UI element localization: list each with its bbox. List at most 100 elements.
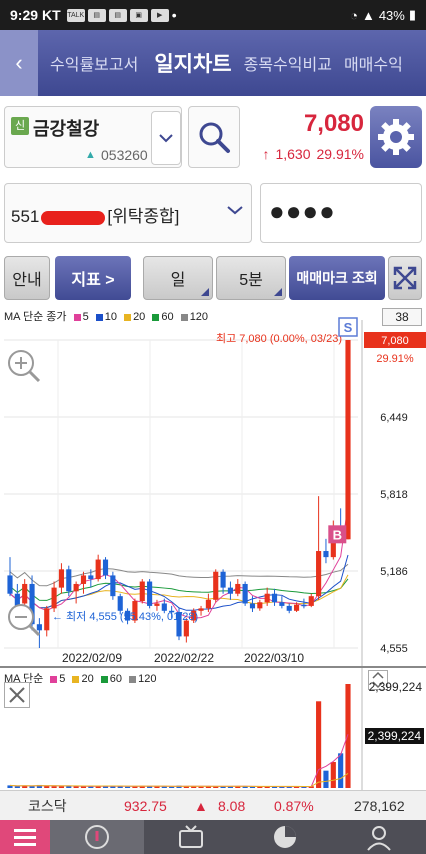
status-time: 9:29: [10, 7, 39, 23]
zoom-out-icon: [8, 604, 41, 637]
nav-chart[interactable]: [50, 820, 144, 854]
candle-body: [316, 551, 322, 597]
candle-body: [198, 608, 204, 611]
current-percent-label: 29.91%: [376, 353, 414, 365]
candle-body: [154, 603, 160, 606]
battery-icon: ▮: [408, 7, 416, 22]
indicator-button[interactable]: 지표 >: [55, 256, 131, 300]
volume-bar: [345, 684, 351, 788]
price-change: ↑ 1,630 29.91%: [262, 146, 364, 162]
index-name: 코스닥: [28, 797, 67, 814]
candle-body: [235, 583, 241, 594]
back-icon[interactable]: ‹: [0, 30, 38, 96]
candle-body: [102, 559, 109, 576]
account-selector[interactable]: 551 [위탁종합]: [4, 183, 252, 243]
candle-body: [73, 583, 79, 592]
search-icon: [199, 122, 230, 153]
tab-daily-chart[interactable]: 일지차트: [154, 48, 231, 78]
volume-bar: [198, 786, 204, 788]
bell-icon: ▲: [85, 149, 96, 161]
index-bar[interactable]: 코스닥 932.75 ▲ 8.08 0.87% 278,162: [0, 790, 426, 820]
volume-bar: [338, 753, 344, 788]
volume-bar: [316, 701, 322, 788]
y-tick-label: 5,818: [380, 489, 408, 501]
control-row: 안내 지표 > 일 5분 매매마크 조회: [4, 256, 422, 300]
tab-stock-compare[interactable]: 종목수익비교: [244, 51, 332, 75]
credit-badge: 신: [11, 117, 29, 135]
bottom-nav: [0, 820, 426, 854]
volume-bar: [323, 770, 329, 788]
candle-body: [293, 604, 300, 611]
price-chart[interactable]: MA 단순 종가 5 10 20 60 120 38 6,449 5,818 5,1…: [0, 306, 426, 666]
trade-mark-button[interactable]: 매매마크 조회: [289, 256, 385, 300]
image-icon: ▣: [129, 8, 148, 22]
volume-ma-5-line: [9, 734, 349, 788]
stock-selector[interactable]: 신 금강철강 ▲ 053260: [4, 106, 182, 168]
y-tick-label: 5,186: [380, 566, 408, 578]
interval-select[interactable]: 5분: [216, 256, 286, 300]
candle-body: [139, 581, 145, 602]
x-tick-label: 2022/02/09: [62, 651, 122, 665]
volume-bar: [161, 786, 167, 788]
settings-button[interactable]: [370, 106, 422, 168]
battery-level: 43%: [378, 7, 405, 23]
volume-bar: [58, 786, 65, 788]
guide-button[interactable]: 안내: [4, 256, 50, 300]
nav-pie[interactable]: [238, 820, 332, 854]
candle-body: [264, 593, 270, 603]
candle-body: [286, 605, 292, 611]
sell-marker-label: S: [344, 320, 353, 335]
buy-marker-label: B: [333, 527, 342, 542]
candle-body: [22, 583, 28, 604]
chevron-down-icon: [159, 134, 173, 143]
talk-icon: TALK: [66, 8, 85, 22]
candle-body: [308, 596, 314, 606]
volume-chart[interactable]: MA 단순 5 20 60 120 2,399,224 2,399,224: [0, 666, 426, 792]
price-chart-canvas: 6,449 5,818 5,186 4,555 7,080 29.91% 최고 7,080 …: [4, 317, 426, 666]
candle-body: [242, 583, 248, 604]
index-change-percent: 0.87%: [274, 797, 314, 814]
index-change: 8.08: [218, 797, 246, 814]
tab-return-report[interactable]: 수익률보고서: [50, 51, 138, 75]
account-redaction: [41, 210, 106, 225]
candle-body: [110, 575, 116, 597]
account-number: 551: [11, 207, 40, 226]
period-select[interactable]: 일: [143, 256, 213, 300]
fullscreen-button[interactable]: [388, 256, 422, 300]
candle-body: [345, 340, 351, 540]
volume-ma-20-line: [9, 772, 349, 787]
change-percent: 29.91%: [316, 146, 364, 162]
signal-icon: ▲: [361, 7, 375, 23]
tv-icon: [179, 825, 203, 848]
stock-dropdown-button[interactable]: [151, 111, 181, 165]
news-icon: ▤: [108, 8, 127, 22]
zoom-out-button[interactable]: [6, 602, 41, 637]
tab-trade-profit[interactable]: 매매수익: [344, 51, 403, 75]
password-field[interactable]: ●●●●: [260, 183, 422, 243]
account-type: [위탁종합]: [107, 207, 180, 226]
zoom-in-icon: [8, 350, 41, 383]
volume-bar: [330, 761, 336, 788]
volume-current-label: 2,399,224: [364, 728, 424, 744]
candle-body: [58, 569, 65, 588]
candle-body: [117, 596, 123, 611]
pie-icon: [274, 826, 296, 848]
status-more: •: [171, 7, 177, 23]
nav-person[interactable]: [332, 820, 426, 854]
y-tick-label: 6,449: [380, 412, 408, 424]
candle-body: [147, 581, 153, 606]
menu-button[interactable]: [0, 820, 50, 854]
close-icon: [9, 687, 25, 703]
candle-body: [323, 551, 329, 558]
close-button[interactable]: [4, 682, 30, 708]
wifi-icon: ◔: [350, 7, 358, 23]
nav-tv[interactable]: [144, 820, 238, 854]
index-up-icon: ▲: [194, 797, 208, 814]
zoom-in-button[interactable]: [6, 348, 41, 383]
candle-body: [301, 604, 307, 607]
volume-bar: [14, 786, 20, 788]
search-button[interactable]: [188, 106, 240, 168]
status-bar: 9:29 KT TALK ▤ ▤ ▣ ▶ • ◔ ▲ 43% ▮: [0, 0, 426, 30]
change-amount: 1,630: [275, 146, 311, 162]
status-carrier: KT: [42, 7, 61, 23]
